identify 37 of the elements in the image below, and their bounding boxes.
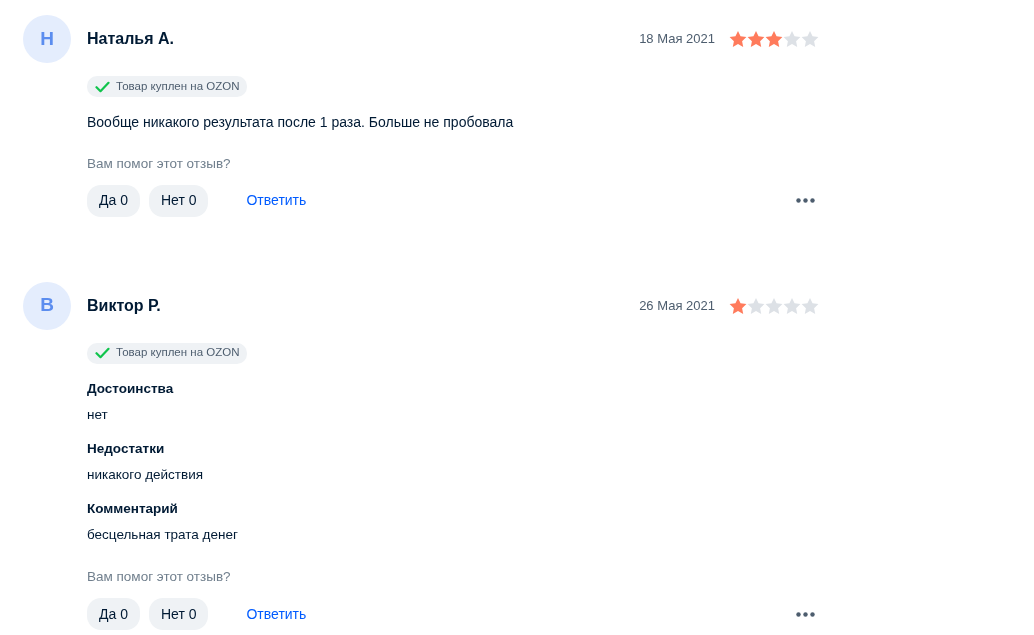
star-icon [783, 296, 801, 315]
section-heading: Комментарий [87, 500, 179, 518]
review-date: 18 Мая 2021 [639, 30, 715, 49]
star-icon [765, 296, 783, 315]
star-icon [783, 30, 801, 48]
star-icon [747, 296, 765, 315]
badge-text: Товар куплен на OZON [116, 78, 240, 94]
section-heading: Недостатки [87, 440, 166, 458]
no-vote-button[interactable]: Нет 0 [148, 184, 209, 217]
star-icon [729, 296, 747, 315]
helpful-question: Вам помог этот отзыв? [87, 568, 232, 586]
author-name: Виктор Р. [87, 295, 161, 316]
more-icon[interactable] [796, 611, 815, 617]
checkmark-icon [95, 80, 110, 93]
section-text: бесцельная трата денег [87, 526, 239, 544]
reply-link[interactable]: Ответить [246, 603, 307, 625]
star-icon [765, 30, 783, 48]
star-icon [801, 296, 819, 315]
review-date: 26 Мая 2021 [639, 296, 715, 315]
yes-vote-button[interactable]: Да 0 [87, 184, 140, 217]
section-text: никакого действия [87, 466, 205, 484]
author-name: Наталья А. [87, 29, 174, 49]
avatar-circle: В [23, 281, 71, 330]
star-icon [729, 30, 747, 48]
star-icon [801, 30, 819, 48]
star-icon [747, 30, 765, 48]
more-icon[interactable] [796, 198, 815, 203]
avatar-circle: Н [23, 15, 71, 63]
checkmark-icon [95, 347, 110, 359]
reply-link[interactable]: Ответить [246, 190, 307, 211]
helpful-question: Вам помог этот отзыв? [87, 154, 232, 173]
yes-vote-button[interactable]: Да 0 [87, 598, 140, 630]
section-text: нет [87, 406, 109, 424]
review-text: Вообще никакого результата после 1 раза. Больше не пробовала [87, 112, 515, 132]
section-heading: Достоинства [87, 380, 175, 398]
no-vote-button[interactable]: Нет 0 [148, 598, 209, 630]
badge-text: Товар куплен на OZON [116, 345, 240, 361]
